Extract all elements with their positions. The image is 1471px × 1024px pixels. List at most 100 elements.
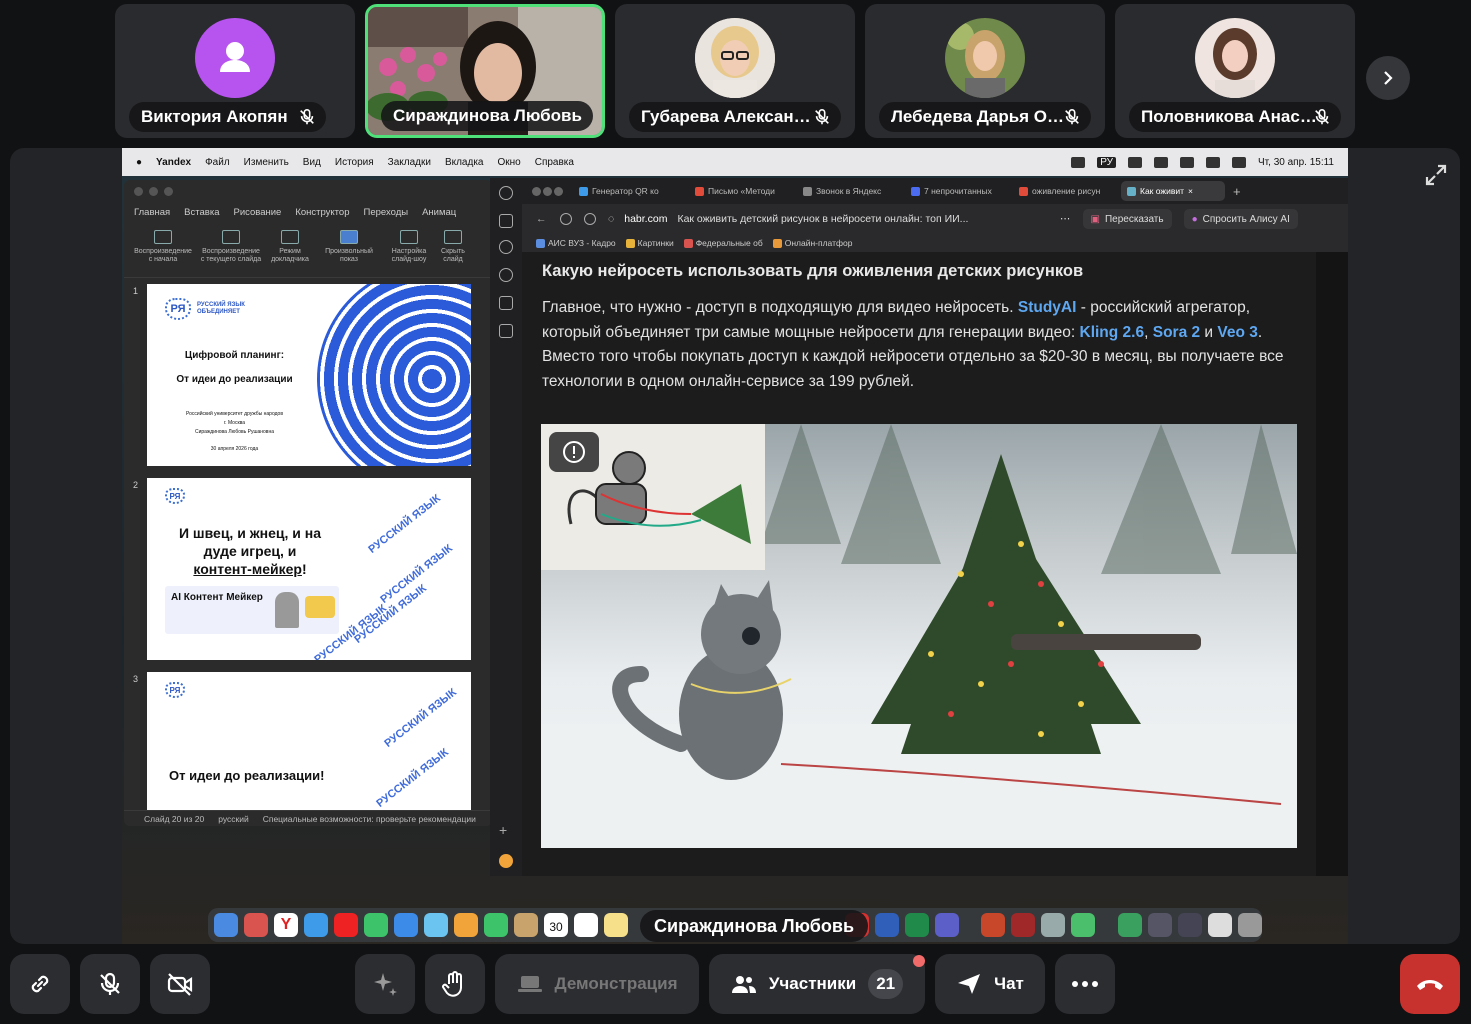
- copy-link-button[interactable]: [10, 954, 70, 1014]
- chat-button[interactable]: Чат: [935, 954, 1045, 1014]
- dictionary-icon[interactable]: [1011, 913, 1036, 937]
- close-window-button[interactable]: [532, 186, 541, 196]
- accessibility-status[interactable]: Специальные возможности: проверьте реком…: [263, 814, 476, 824]
- word-icon[interactable]: [874, 913, 899, 937]
- screen-recorder-icon[interactable]: [1071, 913, 1096, 937]
- play-from-start-button[interactable]: Воспроизведение с начала: [132, 222, 194, 277]
- battery-icon[interactable]: [1154, 156, 1169, 168]
- tab-insert[interactable]: Вставка: [184, 207, 219, 218]
- menu-file[interactable]: Файл: [205, 157, 230, 168]
- link-sora[interactable]: Sora 2: [1153, 324, 1200, 341]
- warning-badge[interactable]: [549, 432, 599, 472]
- maps-icon[interactable]: [424, 913, 448, 937]
- next-participants-button[interactable]: [1366, 56, 1410, 100]
- participant-tile[interactable]: Лебедева Дарья О…: [865, 4, 1105, 138]
- status-icon[interactable]: [1071, 156, 1086, 168]
- media-icon[interactable]: [499, 268, 513, 282]
- recording-icon[interactable]: [1117, 913, 1142, 937]
- setup-slideshow-button[interactable]: Настройка слайд-шоу: [386, 222, 432, 277]
- custom-show-button[interactable]: Произвольный показ: [318, 222, 380, 277]
- menu-window[interactable]: Окно: [497, 157, 520, 168]
- browser-tab[interactable]: оживление рисун: [1013, 181, 1119, 201]
- assistant-icon[interactable]: [499, 854, 513, 868]
- hide-slide-button[interactable]: Скрыть слайд: [438, 222, 468, 277]
- presenter-view-button[interactable]: Режим докладчика: [268, 222, 312, 277]
- teams-icon[interactable]: [934, 913, 959, 937]
- zoom-window-button[interactable]: [554, 186, 563, 196]
- photos-icon[interactable]: [454, 913, 478, 937]
- add-icon[interactable]: +: [499, 823, 513, 838]
- powerpoint-icon[interactable]: [981, 913, 1006, 937]
- close-window-button[interactable]: [134, 186, 143, 196]
- browser-tab-current[interactable]: Как оживит ×: [1121, 181, 1225, 201]
- launchpad-icon[interactable]: [244, 913, 268, 937]
- more-options-button[interactable]: [1055, 954, 1115, 1014]
- participant-tile[interactable]: Виктория Акопян: [115, 4, 355, 138]
- yandex-icon[interactable]: [560, 213, 572, 225]
- tab-home[interactable]: Главная: [134, 207, 170, 218]
- camera-toggle-button[interactable]: [150, 954, 210, 1014]
- raise-hand-button[interactable]: [425, 954, 485, 1014]
- screen-share-button[interactable]: Демонстрация: [495, 954, 699, 1014]
- counter-icon[interactable]: [499, 296, 513, 310]
- bookmark[interactable]: АИС ВУЗ - Кадро: [536, 238, 616, 249]
- browser-tab[interactable]: 7 непрочитанных: [905, 181, 1011, 201]
- menu-help[interactable]: Справка: [535, 157, 574, 168]
- bookmark[interactable]: Онлайн-платфор: [772, 238, 852, 249]
- effects-button[interactable]: [355, 954, 415, 1014]
- bookmark[interactable]: Федеральные об: [683, 238, 763, 249]
- menu-app[interactable]: Yandex: [156, 157, 191, 168]
- participant-tile[interactable]: Половникова Анас…: [1115, 4, 1355, 138]
- input-language[interactable]: РУ: [1097, 156, 1117, 168]
- link-studyai[interactable]: StudyAI: [1018, 299, 1077, 316]
- back-button[interactable]: ←: [536, 213, 548, 225]
- slide-thumbnail[interactable]: РЯ РУССКИЙ ЯЗЫК РУССКИЙ ЯЗЫК РУССКИЙ ЯЗЫ…: [147, 478, 471, 660]
- close-tab-icon[interactable]: ×: [1188, 186, 1193, 196]
- opera-icon[interactable]: [334, 913, 358, 937]
- history-icon[interactable]: [499, 240, 513, 254]
- slide-thumbnail[interactable]: РЯ РУССКИЙ ЯЗЫК ОБЪЕДИНЯЕТ Цифровой плани…: [147, 284, 471, 466]
- control-center-icon[interactable]: [1232, 156, 1247, 168]
- new-tab-button[interactable]: +: [1227, 181, 1247, 201]
- search-icon[interactable]: [1206, 156, 1221, 168]
- language-indicator[interactable]: русский: [218, 814, 249, 824]
- link-veo[interactable]: Veo 3: [1217, 324, 1258, 341]
- screenshot-icon[interactable]: [499, 324, 513, 338]
- menu-edit[interactable]: Изменить: [244, 157, 289, 168]
- notes-icon[interactable]: [604, 913, 628, 937]
- status-icon[interactable]: [1128, 156, 1143, 168]
- window-thumb-icon[interactable]: [1177, 913, 1202, 937]
- fullscreen-button[interactable]: [1421, 160, 1451, 190]
- browser-tab[interactable]: Звонок в Яндекс: [797, 181, 903, 201]
- notes-app-icon[interactable]: [514, 913, 538, 937]
- facetime-icon[interactable]: [484, 913, 508, 937]
- calendar-icon[interactable]: 30: [544, 913, 568, 937]
- link-kling[interactable]: Kling 2.6: [1080, 324, 1145, 341]
- mic-toggle-button[interactable]: [80, 954, 140, 1014]
- finder-icon[interactable]: [214, 913, 238, 937]
- slide-thumbnail[interactable]: РЯ РУССКИЙ ЯЗЫК РУССКИЙ ЯЗЫК От идеи до …: [147, 672, 471, 810]
- browser-tab[interactable]: Письмо «Методи: [689, 181, 795, 201]
- bookmark[interactable]: Картинки: [625, 238, 674, 249]
- page-scrollbar[interactable]: [1316, 252, 1348, 876]
- profile-icon[interactable]: [499, 186, 513, 200]
- reminders-icon[interactable]: [574, 913, 598, 937]
- menu-tab[interactable]: Вкладка: [445, 157, 484, 168]
- participants-button[interactable]: Участники 21: [709, 954, 925, 1014]
- safari-icon[interactable]: [304, 913, 328, 937]
- minimize-window-button[interactable]: [149, 186, 158, 196]
- participant-tile-active[interactable]: Сираждинова Любовь: [365, 4, 605, 138]
- reload-button[interactable]: [584, 213, 596, 225]
- tab-transitions[interactable]: Переходы: [364, 207, 409, 218]
- minimize-window-button[interactable]: [543, 186, 552, 196]
- window-thumb-icon[interactable]: [1147, 913, 1172, 937]
- ask-alice-button[interactable]: ● Спросить Алису AI: [1183, 209, 1298, 229]
- play-from-current-button[interactable]: Воспроизведение с текущего слайда: [200, 222, 262, 277]
- tab-design[interactable]: Конструктор: [295, 207, 349, 218]
- collections-icon[interactable]: [499, 214, 513, 228]
- clock[interactable]: Чт, 30 апр. 15:11: [1258, 157, 1334, 168]
- url-field[interactable]: ◌ habr.com Как оживить детский рисунок в…: [608, 213, 1048, 225]
- menu-bookmarks[interactable]: Закладки: [388, 157, 431, 168]
- excel-icon[interactable]: [904, 913, 929, 937]
- document-thumb-icon[interactable]: [1207, 913, 1232, 937]
